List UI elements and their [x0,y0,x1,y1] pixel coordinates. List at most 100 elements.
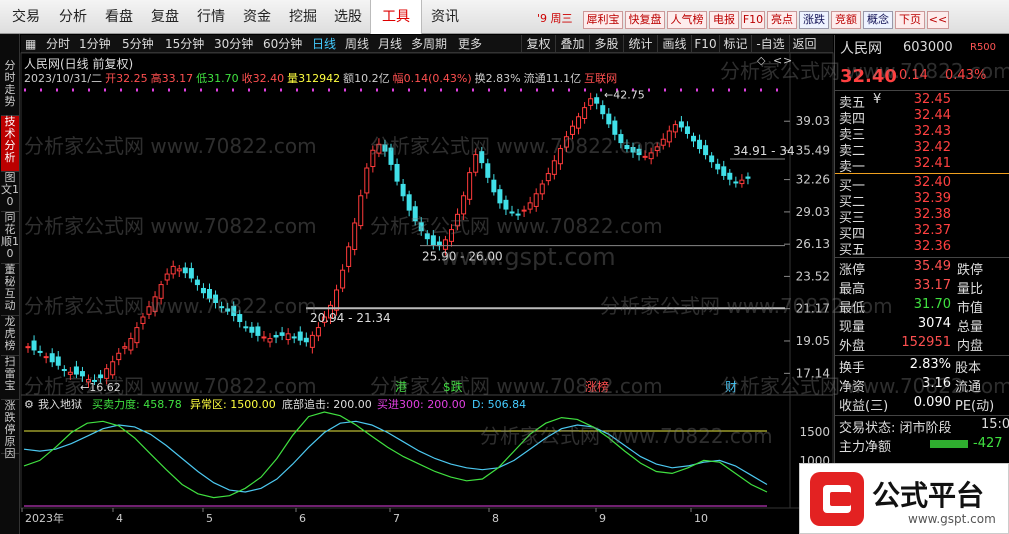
bid-label: 买五 [839,243,866,258]
stat-value: 3074 [917,316,951,331]
candle-body-24 [170,265,176,275]
candle-body-36 [243,326,249,329]
candle-body-52 [340,269,346,289]
candle-body-54 [352,222,358,251]
stat-row-0: 涨停 35.49 跌停 [835,259,1009,278]
candle-body-9 [79,371,85,377]
quote-panel: 人民网 603000 R500 32.40 0.14 0.43% 卖五 32.45… [834,35,1009,534]
stat-label: 现量 [839,320,866,335]
low-label: ←16.62 [80,381,121,394]
candle-body-12 [98,374,104,379]
candle-body-8 [73,366,79,375]
price-change: 0.14 [899,68,928,83]
candle-body-99 [624,144,630,150]
candle-body-63 [406,194,412,211]
candle-body-98 [618,134,624,144]
stat2-value: 3.16 [922,376,951,391]
candle-body-25 [176,268,182,272]
candle-body-34 [231,305,237,317]
candle-body-111 [697,139,703,150]
event-marker-3[interactable]: 财 [725,380,737,394]
candle-body-6 [61,369,67,372]
trade-status-time: 15:0 [981,417,1009,432]
stat-right-label: 跌停 [957,263,984,278]
candle-body-28 [194,279,200,286]
prev-icon[interactable]: < [773,54,782,67]
stat-label: 最低 [839,301,866,316]
stock-badge: R500 [970,42,997,53]
candle-body-41 [273,335,279,338]
stat-row-4: 外盘 152951 内盘 [835,335,1009,354]
candle-body-92 [582,107,588,119]
stat2-row-0: 换手 2.83% 股本 [835,357,1009,376]
candle-body-94 [594,97,600,104]
candle-body-2 [37,350,43,353]
candle-body-89 [563,136,569,148]
candle-body-83 [527,202,533,210]
candle-body-33 [225,308,231,312]
price-change-pct: 0.43% [945,68,987,83]
candle-body-45 [297,331,303,341]
osc-gear-icon[interactable]: ⚙ [24,398,34,411]
last-price: 32.40 [840,66,897,87]
main-flow-row: 主力净额 -427 [835,436,1009,455]
event-marker-2[interactable]: 涨榜 [585,379,609,394]
candle-body-17 [128,338,134,351]
ask-row-4: 卖一 32.41 [835,156,1009,175]
ask-price: 32.42 [913,140,951,155]
collapse-icon[interactable]: ◇ [757,54,766,67]
event-marker-0[interactable]: 港 [395,380,407,394]
support-label-2: 25.90 - 26.00 [422,250,503,264]
ask-row-2: 卖三 32.43 [835,124,1009,143]
candle-body-46 [303,337,309,343]
candle-body-71 [455,213,461,227]
candle-body-74 [473,154,479,173]
ask-price: 32.45 [913,92,951,107]
candle-body-30 [207,289,212,299]
stat2-row-2: 收益(三) 0.090 PE(动) [835,395,1009,414]
stat-label: 外盘 [839,339,866,354]
candle-body-108 [678,121,684,128]
high-label: ←42.75 [604,88,645,101]
bid-price: 32.39 [913,191,951,206]
candle-body-66 [424,233,430,240]
candle-body-112 [703,145,709,156]
toolbar-button-8[interactable]: 概念 [863,11,893,29]
candle-body-84 [533,193,539,207]
osc-line-d [23,420,768,493]
event-marker-1[interactable]: $跌 [443,379,463,394]
x-label-6: 9 [599,512,606,525]
stat2-value: 2.83% [909,357,951,372]
info-item-5: 量312942 [287,72,341,85]
next-icon[interactable]: > [783,54,792,67]
price-label-8: 17.14 [796,366,830,380]
stat-row-1: 最高 33.17 量比 [835,278,1009,297]
toolbar-button-7[interactable]: 竞额 [831,11,861,29]
bid-row-0: 买一 32.40 [835,175,1009,194]
candle-body-79 [503,199,509,210]
toolbar-button-9[interactable]: 下页 [895,11,925,29]
candle-body-115 [721,166,727,176]
candle-body-85 [539,183,545,195]
candle-body-93 [588,98,594,106]
candle-body-81 [515,213,521,216]
candle-body-80 [509,211,515,214]
candle-body-58 [376,143,382,154]
candle-body-113 [709,155,715,163]
candle-body-5 [55,356,61,366]
candle-body-31 [213,294,219,303]
osc-axis-label-0: 1500 [799,425,830,439]
orderbook-mid [835,173,1009,174]
info-item-2: 高33.17 [150,72,194,85]
stat2-right-label: PE(动) [955,399,995,414]
candle-body-117 [733,181,739,184]
info-item-7: 幅0.14(0.43%) [392,72,472,85]
candle-body-59 [382,144,388,152]
ohlc-info-bar: 2023/10/31/二 开32.25 高33.17 低31.70 收32.40 量312… [24,70,620,86]
candle-body-4 [49,353,55,363]
gspt-logo-icon [810,472,864,526]
toolbar-button-10[interactable]: << [927,11,949,29]
candle-body-86 [545,173,551,182]
candle-body-102 [642,155,648,158]
candle-body-61 [394,163,400,182]
